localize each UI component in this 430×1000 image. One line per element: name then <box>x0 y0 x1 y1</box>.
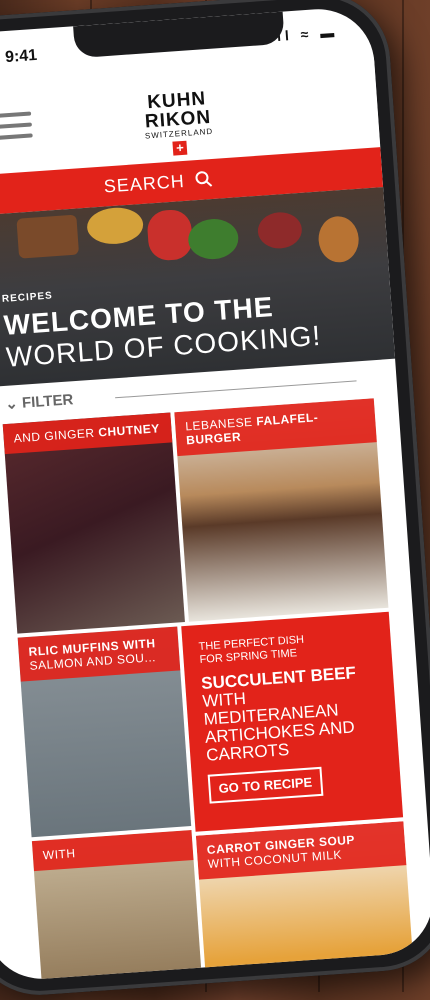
recipe-card-falafel-burger[interactable]: LEBANESE FALAFEL-BURGER <box>174 398 389 622</box>
chevron-down-icon: ⌄ <box>4 394 23 413</box>
menu-icon[interactable] <box>0 111 33 146</box>
status-time: 9:41 <box>4 46 38 67</box>
spice-decoration <box>317 214 361 264</box>
brand-logo[interactable]: KUHN RIKON SWITZERLAND + <box>142 88 215 160</box>
hero-eyebrow: RECIPES <box>1 290 54 305</box>
recipe-card-muffins[interactable]: RLIC MUFFINS WITH SALMON AND SOU... <box>17 626 192 838</box>
filter-divider <box>115 380 357 399</box>
recipe-card-carrot-soup[interactable]: CARROT GINGER SOUP WITH COCONUT MILK <box>195 821 415 983</box>
spice-decoration <box>256 210 304 250</box>
featured-title: SUCCULENT BEEF WITH MEDITERANEAN ARTICHOK… <box>200 663 357 765</box>
swiss-cross-icon: + <box>172 140 188 156</box>
search-icon <box>195 171 212 187</box>
featured-eyebrow: THE PERFECT DISH FOR SPRING TIME <box>198 633 305 667</box>
spice-decoration <box>16 214 80 259</box>
spice-decoration <box>146 208 194 262</box>
go-to-recipe-button[interactable]: GO TO RECIPE <box>207 766 324 804</box>
card-caption: RLIC MUFFINS WITH SALMON AND SOU... <box>17 626 181 682</box>
spice-decoration <box>186 217 240 261</box>
phone-frame: 9:41 ııl ≈ ▬ KUHN RIKON SWITZERLAND + SE… <box>0 0 430 1000</box>
spice-decoration <box>85 205 145 246</box>
hero-banner: RECIPES WELCOME TO THE WORLD OF COOKING! <box>0 187 396 390</box>
recipe-card-chutney[interactable]: AND GINGER CHUTNEY <box>2 412 185 634</box>
card-caption: AND GINGER CHUTNEY <box>2 412 173 455</box>
card-caption: CARROT GINGER SOUP WITH COCONUT MILK <box>195 821 407 880</box>
featured-recipe-card[interactable]: THE PERFECT DISH FOR SPRING TIME SUCCULEN… <box>181 611 404 832</box>
card-caption: LEBANESE FALAFEL-BURGER <box>174 398 377 457</box>
app-screen: 9:41 ııl ≈ ▬ KUHN RIKON SWITZERLAND + SE… <box>0 5 430 983</box>
filter-label: FILTER <box>21 391 74 412</box>
recipe-card-pies[interactable]: WITH <box>31 830 203 983</box>
card-caption: WITH <box>31 830 194 872</box>
search-label: SEARCH <box>103 170 186 197</box>
